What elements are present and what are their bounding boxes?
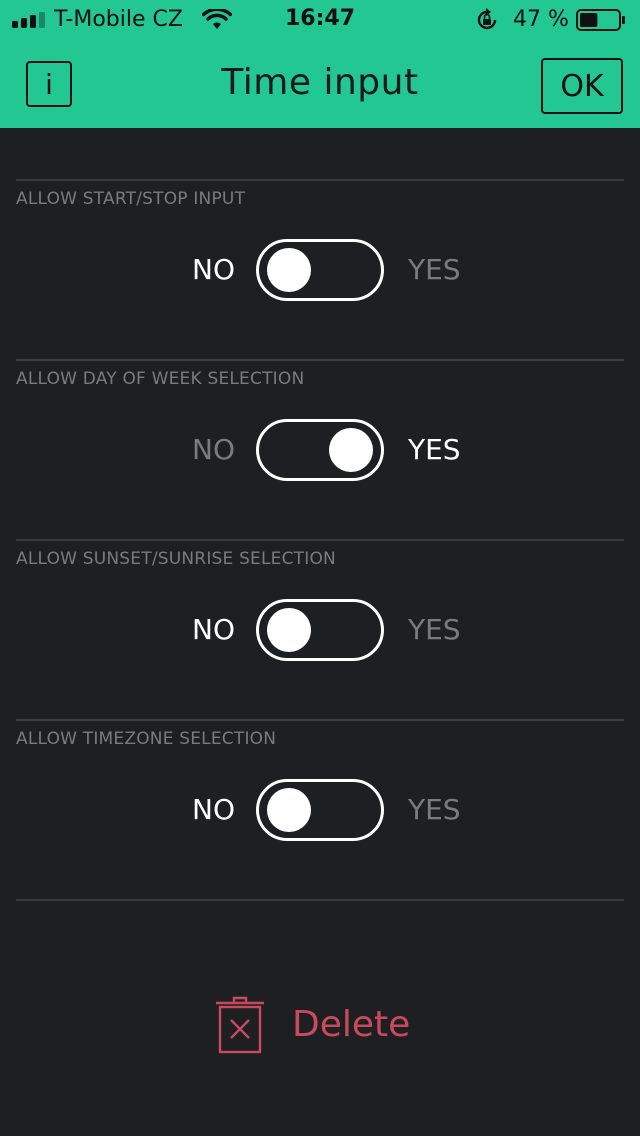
battery-percentage: 47 % [513, 7, 569, 32]
delete-button[interactable]: Delete [214, 996, 414, 1056]
option-no: NO [192, 613, 235, 646]
battery-icon [576, 9, 625, 31]
setting-label-start-stop: ALLOW START/STOP INPUT [16, 189, 246, 209]
setting-label-timezone: ALLOW TIMEZONE SELECTION [16, 729, 277, 749]
status-bar: T-Mobile CZ 16:47 47 % [0, 0, 640, 40]
toggle-knob [267, 788, 311, 832]
option-yes: YES [408, 433, 461, 466]
divider [16, 359, 624, 361]
divider [16, 179, 624, 181]
setting-label-day-of-week: ALLOW DAY OF WEEK SELECTION [16, 369, 305, 389]
toggle-sunset-sunrise[interactable] [256, 599, 384, 661]
toggle-knob [329, 428, 373, 472]
divider [16, 719, 624, 721]
toggle-start-stop[interactable] [256, 239, 384, 301]
toggle-day-of-week[interactable] [256, 419, 384, 481]
ok-button[interactable]: OK [541, 58, 623, 114]
option-yes: YES [408, 793, 461, 826]
option-no: NO [192, 793, 235, 826]
option-no: NO [192, 253, 235, 286]
rotation-lock-icon [477, 8, 497, 30]
toggle-knob [267, 248, 311, 292]
setting-label-sunset-sunrise: ALLOW SUNSET/SUNRISE SELECTION [16, 549, 336, 569]
toggle-timezone[interactable] [256, 779, 384, 841]
option-no: NO [192, 433, 235, 466]
delete-label: Delete [292, 1004, 411, 1045]
divider [16, 899, 624, 901]
option-yes: YES [408, 253, 461, 286]
divider [16, 539, 624, 541]
option-yes: YES [408, 613, 461, 646]
header-bar: T-Mobile CZ 16:47 47 % i Time input OK [0, 0, 640, 128]
trash-icon [216, 996, 264, 1054]
toggle-knob [267, 608, 311, 652]
